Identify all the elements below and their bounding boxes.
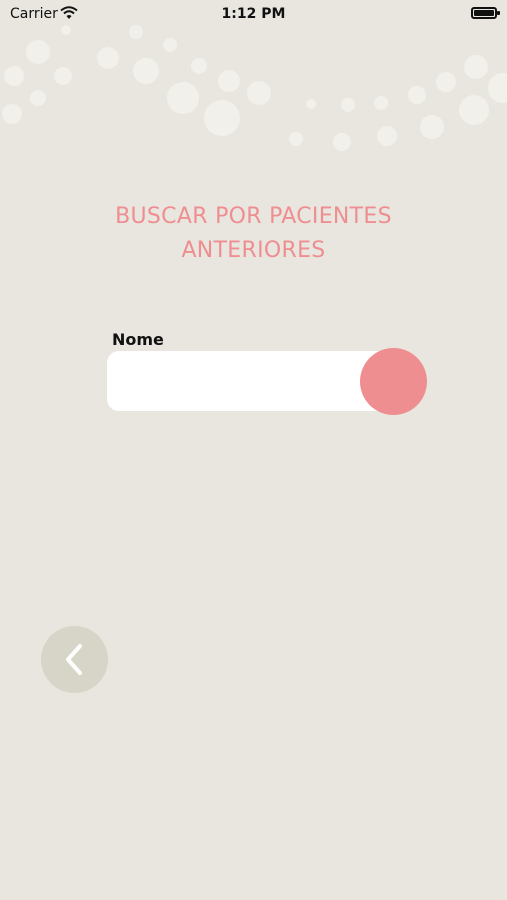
decorative-bubbles	[2, 25, 507, 151]
page-title-line-1: BUSCAR POR PACIENTES	[115, 204, 392, 229]
page-title: BUSCAR POR PACIENTES ANTERIORES	[0, 200, 507, 268]
page-title-line-2: ANTERIORES	[181, 238, 326, 263]
back-button[interactable]	[41, 626, 108, 693]
name-label: Nome	[112, 330, 164, 349]
chevron-left-icon	[66, 644, 82, 675]
search-button[interactable]	[360, 348, 427, 415]
